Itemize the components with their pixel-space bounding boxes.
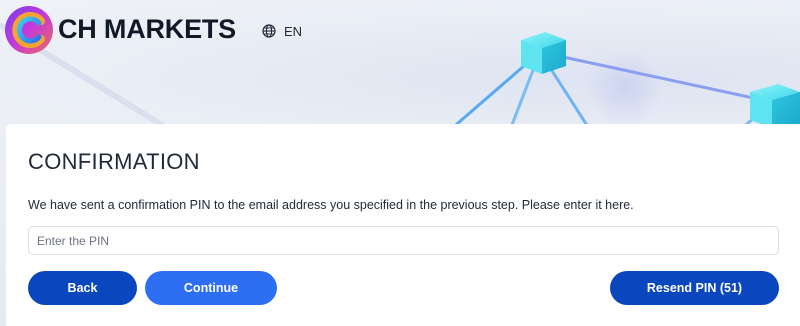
globe-icon	[262, 24, 276, 38]
pin-input[interactable]	[28, 226, 779, 255]
language-selector[interactable]: EN	[262, 22, 302, 40]
brand-name: CH MARKETS	[58, 14, 236, 44]
page-title: CONFIRMATION	[28, 149, 200, 174]
continue-button[interactable]: Continue	[145, 271, 277, 305]
site-header: CH MARKETS EN	[0, 0, 800, 62]
language-label: EN	[284, 23, 303, 39]
back-button[interactable]: Back	[28, 271, 137, 305]
ch-markets-logo[interactable]	[4, 5, 54, 55]
cube-right	[750, 84, 800, 128]
confirmation-description: We have sent a confirmation PIN to the e…	[28, 198, 634, 212]
resend-pin-button[interactable]: Resend PIN (51)	[610, 271, 779, 305]
confirmation-card: CONFIRMATION We have sent a confirmation…	[6, 124, 800, 326]
